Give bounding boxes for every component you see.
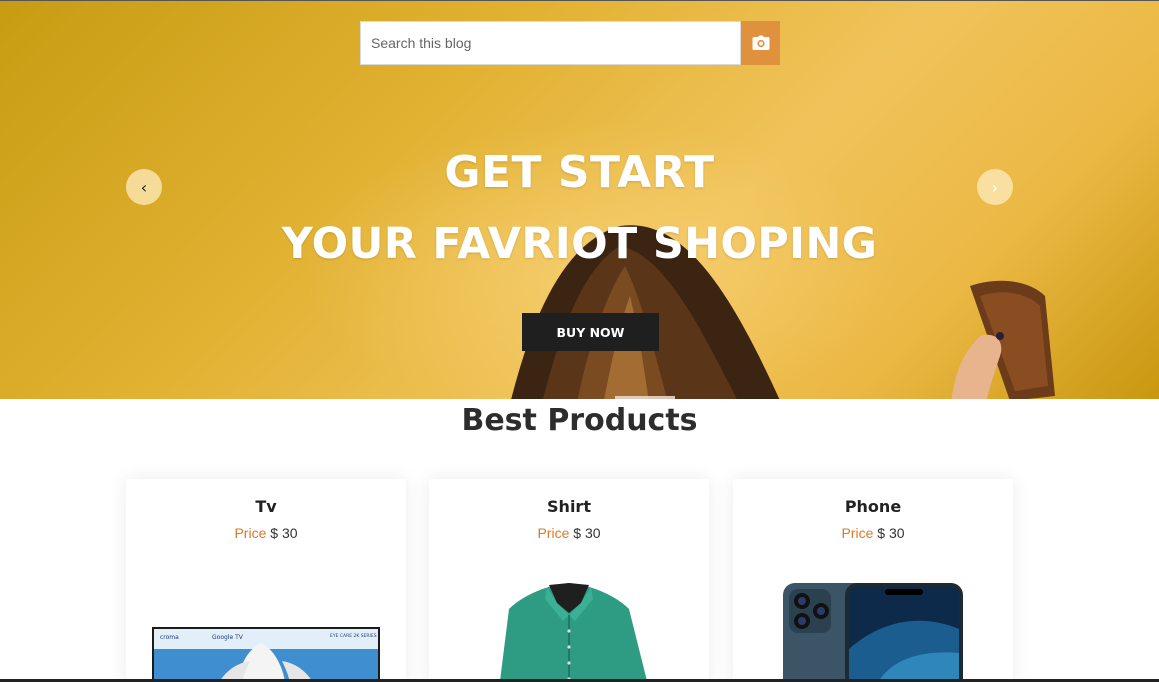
hero-title-line1: GET START — [444, 147, 715, 198]
price-value: $ 30 — [573, 525, 601, 541]
product-name: Phone — [844, 497, 902, 516]
product-name: Shirt — [547, 497, 591, 516]
tv-model-text: EYE CARE 2K SERIES — [330, 633, 377, 639]
search-input[interactable] — [360, 21, 741, 65]
search-button[interactable] — [741, 21, 780, 65]
sunglasses-hand-image — [951, 280, 1055, 399]
product-price: Price $ 30 — [126, 525, 406, 541]
product-card-tv[interactable]: Tv Price $ 30 croma Google TV EYE CARE 2… — [126, 479, 406, 682]
product-price: Price $ 30 — [429, 525, 709, 541]
camera-icon — [752, 35, 769, 50]
buy-now-button[interactable]: BUY NOW — [522, 313, 659, 351]
tv-badge-text: Google TV — [212, 634, 244, 641]
tv-image: croma Google TV EYE CARE 2K SERIES — [152, 627, 380, 682]
price-label: Price — [234, 525, 267, 541]
product-card-shirt[interactable]: Shirt Price $ 30 — [429, 479, 709, 682]
product-price: Price $ 30 — [733, 525, 1013, 541]
hero-model-image — [511, 225, 780, 399]
price-label: Price — [537, 525, 570, 541]
product-card-phone[interactable]: Phone Price $ 30 — [733, 479, 1013, 682]
search-bar — [360, 21, 780, 65]
phone-image — [783, 583, 963, 682]
hero-title-line2: YOUR FAVRIOT SHOPING — [281, 219, 878, 269]
product-name: Tv — [255, 497, 277, 516]
price-label: Price — [841, 525, 874, 541]
price-value: $ 30 — [270, 525, 298, 541]
hero-banner: ‹ › GET START YOUR FAVRIOT SHOPING BUY N… — [0, 0, 1159, 399]
section-title: Best Products — [461, 403, 698, 438]
shirt-image — [499, 583, 648, 682]
tv-brand-text: croma — [160, 634, 179, 641]
price-value: $ 30 — [877, 525, 905, 541]
